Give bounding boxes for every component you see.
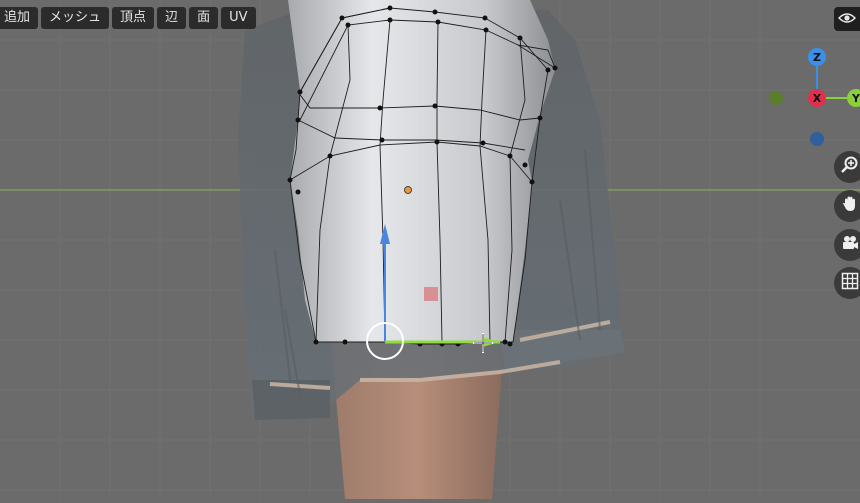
gizmo-y-label: Y	[851, 92, 860, 105]
edit-mesh-surface	[275, 0, 555, 342]
perspective-toggle-button[interactable]	[834, 267, 860, 299]
zoom-button[interactable]	[834, 151, 860, 183]
menu-edge[interactable]: 辺	[157, 7, 187, 29]
edit-mode-menubar: 追加 メッシュ 頂点 辺 面 UV	[0, 7, 256, 29]
camera-view-button[interactable]	[834, 229, 860, 261]
pivot-marker	[424, 287, 438, 301]
camera-icon	[840, 233, 860, 257]
menu-mesh[interactable]: メッシュ	[41, 7, 110, 29]
viewport-header: 追加 メッシュ 頂点 辺 面 UV	[0, 0, 860, 31]
menu-uv[interactable]: UV	[221, 7, 256, 29]
3d-viewport[interactable]: Z X Y	[0, 0, 860, 499]
hand-pan-icon	[840, 194, 860, 218]
visibility-toggle-button[interactable]	[834, 7, 860, 31]
gizmo-x-label: X	[813, 92, 822, 105]
menu-add[interactable]: 追加	[0, 7, 39, 29]
grid-icon	[840, 271, 860, 295]
zoom-icon	[840, 155, 860, 179]
object-origin	[404, 186, 412, 194]
menu-vertex[interactable]: 頂点	[112, 7, 155, 29]
menu-face[interactable]: 面	[189, 7, 219, 29]
viewport-canvas: Z X Y	[0, 0, 860, 499]
eye-icon	[837, 10, 857, 29]
orientation-gizmo: Z X Y	[769, 48, 860, 146]
gizmo-z-label: Z	[813, 51, 821, 64]
pan-button[interactable]	[834, 190, 860, 222]
